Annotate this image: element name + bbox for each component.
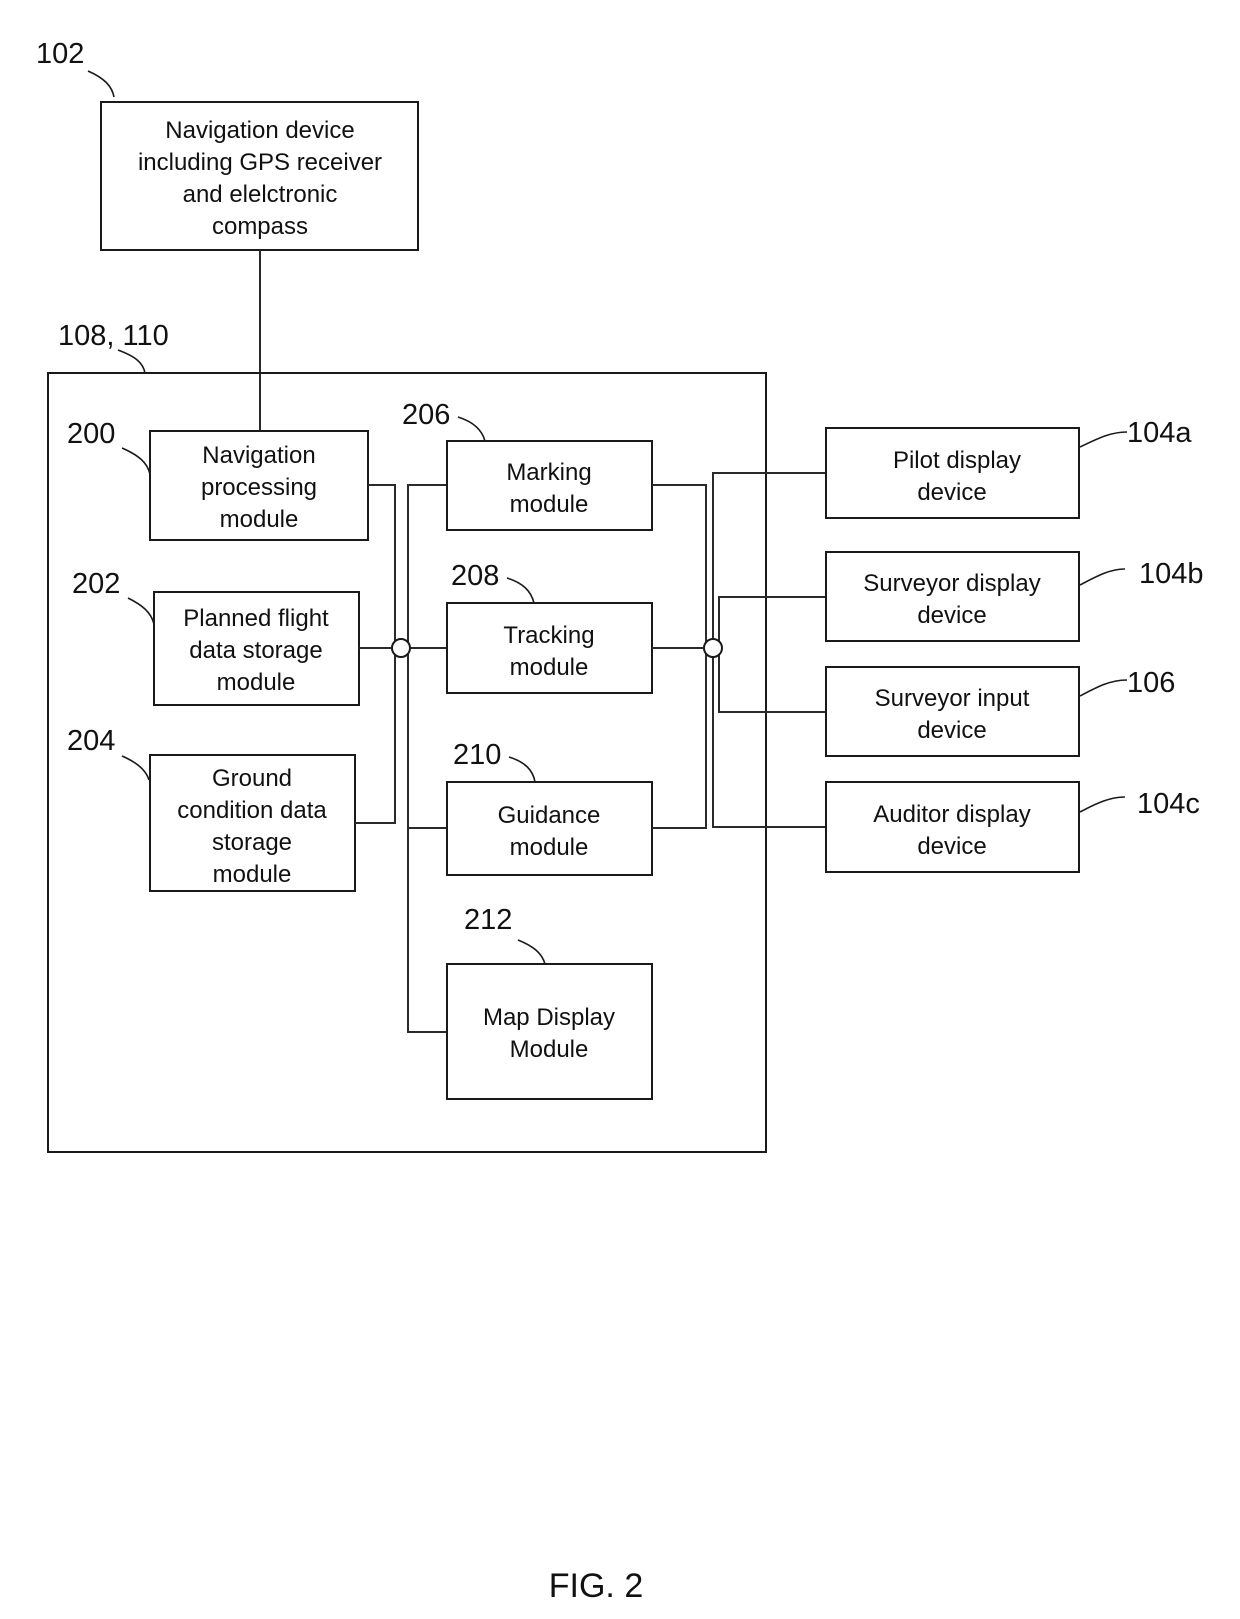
leader-106 (1079, 679, 1128, 697)
tracking-line-1: Tracking (503, 622, 594, 649)
navigation-processing-line-3: module (220, 506, 299, 533)
navigation-processing-line-2: processing (201, 474, 317, 501)
map-display-box (446, 963, 653, 1100)
wire-bus-to-surveyor-devices (718, 596, 826, 713)
leader-210 (508, 756, 536, 783)
ref-label-104c: 104c (1137, 788, 1200, 820)
tracking-block: Tracking module (446, 602, 653, 694)
map-display-block: Map Display Module (446, 963, 653, 1100)
ref-label-104a: 104a (1127, 417, 1192, 449)
ground-condition-storage-line-2: condition data (177, 797, 327, 824)
leader-206 (457, 416, 486, 442)
leader-204 (121, 755, 150, 781)
surveyor-display-line-1: Surveyor display (863, 570, 1040, 597)
planned-flight-storage-block: Planned flight data storage module (153, 591, 360, 706)
guidance-line-1: Guidance (498, 802, 601, 829)
ground-condition-storage-line-1: Ground (212, 765, 292, 792)
ref-label-102: 102 (36, 38, 84, 70)
ref-label-204: 204 (67, 725, 115, 757)
leader-208 (506, 577, 535, 604)
navigation-processing-block: Navigation processing module (149, 430, 369, 541)
navigation-device-line-3: and elelctronic (183, 181, 338, 208)
navigation-device-line-2: including GPS receiver (138, 149, 382, 176)
navigation-processing-line-1: Navigation (202, 442, 315, 469)
navigation-device-block: Navigation device including GPS receiver… (100, 101, 419, 251)
pilot-display-line-1: Pilot display (893, 447, 1021, 474)
leader-104a (1079, 431, 1128, 448)
ref-label-210: 210 (453, 739, 501, 771)
figure-caption: FIG. 2 (549, 1567, 643, 1605)
surveyor-input-line-1: Surveyor input (875, 685, 1030, 712)
map-display-line-2: Module (510, 1036, 589, 1063)
surveyor-input-block: Surveyor input device (825, 666, 1080, 757)
pilot-display-line-2: device (917, 479, 986, 506)
ref-label-206: 206 (402, 399, 450, 431)
ground-condition-storage-block: Ground condition data storage module (149, 754, 356, 892)
leader-104c (1079, 796, 1126, 813)
marking-line-2: module (510, 491, 589, 518)
left-bus-junction (391, 638, 411, 658)
leader-108-110 (117, 349, 146, 374)
navigation-device-line-1: Navigation device (165, 117, 354, 144)
tracking-line-2: module (510, 654, 589, 681)
planned-flight-storage-line-1: Planned flight (183, 605, 329, 632)
right-bus-junction (703, 638, 723, 658)
pilot-display-block: Pilot display device (825, 427, 1080, 519)
surveyor-display-line-2: device (917, 602, 986, 629)
ground-condition-storage-line-3: storage (212, 829, 292, 856)
leader-104b (1079, 568, 1126, 586)
auditor-display-line-2: device (917, 833, 986, 860)
planned-flight-storage-line-2: data storage (189, 637, 322, 664)
ref-label-202: 202 (72, 568, 120, 600)
auditor-display-block: Auditor display device (825, 781, 1080, 873)
ref-label-108-110: 108, 110 (58, 320, 169, 352)
leader-212 (517, 939, 546, 965)
wire-marking-to-right-bus (652, 484, 707, 829)
planned-flight-storage-line-3: module (217, 669, 296, 696)
marking-line-1: Marking (506, 459, 591, 486)
leader-200 (121, 447, 151, 475)
map-display-line-1: Map Display (483, 1004, 615, 1031)
block-diagram: 102 Navigation device including GPS rece… (36, 38, 1204, 1605)
leader-202 (127, 597, 155, 625)
ref-label-212: 212 (464, 904, 512, 936)
ref-label-200: 200 (67, 418, 115, 450)
surveyor-display-block: Surveyor display device (825, 551, 1080, 642)
marking-block: Marking module (446, 440, 653, 531)
leader-102 (87, 70, 115, 98)
ref-label-106: 106 (1127, 667, 1175, 699)
ref-label-104b: 104b (1139, 558, 1204, 590)
guidance-block: Guidance module (446, 781, 653, 876)
wire-bus-to-marking (407, 484, 447, 1033)
surveyor-input-line-2: device (917, 717, 986, 744)
navigation-device-line-4: compass (212, 213, 308, 240)
auditor-display-line-1: Auditor display (873, 801, 1030, 828)
ground-condition-storage-line-4: module (213, 861, 292, 888)
wire-bus-to-pilot-auditor (712, 472, 826, 828)
ref-label-208: 208 (451, 560, 499, 592)
guidance-line-2: module (510, 834, 589, 861)
